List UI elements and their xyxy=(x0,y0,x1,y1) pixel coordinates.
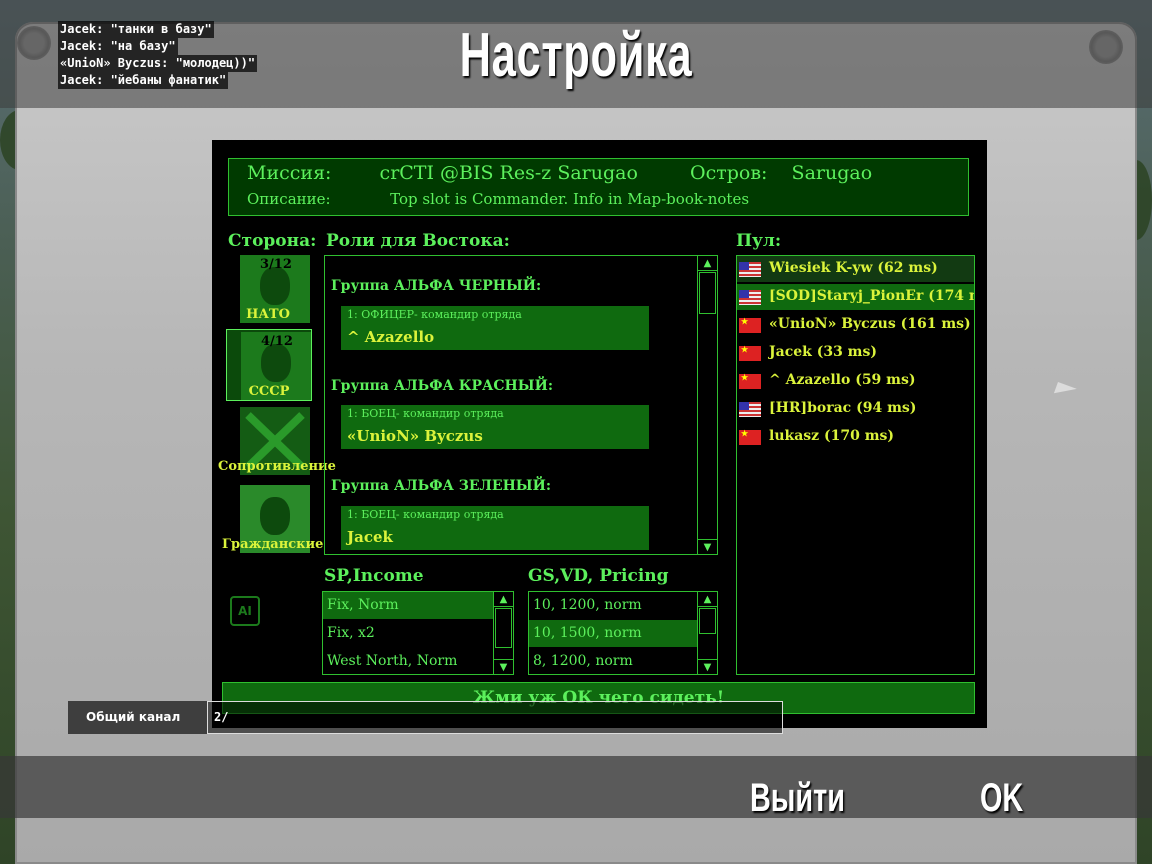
scroll-thumb[interactable] xyxy=(699,272,716,314)
ok-button[interactable]: OK xyxy=(980,776,1023,821)
player-name: [HR]borac (94 ms) xyxy=(769,400,917,416)
island-label: Остров: xyxy=(690,162,768,184)
role-slot[interactable]: 1: ОФИЦЕР- командир отряда ^ Azazello xyxy=(341,306,649,350)
scroll-up-icon[interactable]: ▲ xyxy=(698,592,717,607)
usa-flag-icon xyxy=(739,402,761,417)
side-count: 3/12 xyxy=(260,257,292,272)
mission-info: Миссия: crCTI @BIS Res-z Sarugao Остров:… xyxy=(228,158,969,216)
sp-income-scrollbar[interactable]: ▲ ▼ xyxy=(493,592,513,674)
scroll-thumb[interactable] xyxy=(495,608,512,648)
pool-player[interactable]: lukasz (170 ms) xyxy=(737,424,974,450)
side-count: 4/12 xyxy=(261,334,293,349)
player-pool: Wiesiek K-yw (62 ms) [SOD]Staryj_PionEr … xyxy=(736,255,975,675)
gs-vd-label: GS,VD, Pricing xyxy=(528,566,669,586)
list-item[interactable]: 10, 1500, norm xyxy=(529,620,697,647)
role-player: «UnioN» Byczus xyxy=(347,427,483,445)
mission-label: Миссия: xyxy=(247,162,332,184)
usa-flag-icon xyxy=(739,262,761,277)
ai-icon[interactable]: AI xyxy=(230,596,260,626)
usa-flag-icon xyxy=(739,290,761,305)
roles-list: Группа АЛЬФА ЧЕРНЫЙ: 1: ОФИЦЕР- командир… xyxy=(324,255,718,555)
chat-channel-label: Общий канал xyxy=(68,701,208,734)
roles-scrollbar[interactable]: ▲ ▼ xyxy=(697,256,717,554)
laptop-screen: Миссия: crCTI @BIS Res-z Sarugao Остров:… xyxy=(212,140,987,728)
pool-label: Пул: xyxy=(736,231,782,251)
scroll-up-icon[interactable]: ▲ xyxy=(494,592,513,607)
pool-player[interactable]: [SOD]Staryj_PionEr (174 ms) xyxy=(737,284,974,310)
pool-player[interactable]: «UnioN» Byczus (161 ms) xyxy=(737,312,974,338)
gs-vd-scrollbar[interactable]: ▲ ▼ xyxy=(697,592,717,674)
page-title: Настройка xyxy=(459,21,693,90)
scroll-thumb[interactable] xyxy=(699,608,716,634)
group-title: Группа АЛЬФА ЧЕРНЫЙ: xyxy=(331,278,542,294)
island-name: Sarugao xyxy=(791,162,873,184)
side-resistance[interactable]: Сопротивление xyxy=(218,405,336,477)
list-item[interactable]: 10, 1200, norm xyxy=(529,592,697,619)
group-title: Группа АЛЬФА КРАСНЫЙ: xyxy=(331,378,554,394)
side-civilians[interactable]: Гражданские xyxy=(222,483,323,555)
role-player: Jacek xyxy=(347,528,393,546)
pool-player[interactable]: ^ Azazello (59 ms) xyxy=(737,368,974,394)
player-name: ^ Azazello (59 ms) xyxy=(769,372,916,388)
ussr-flag-icon xyxy=(739,372,761,389)
ussr-flag-icon xyxy=(739,344,761,361)
sp-income-label: SP,Income xyxy=(324,566,424,586)
mission-name: crCTI @BIS Res-z Sarugao xyxy=(379,162,638,184)
ussr-flag-icon xyxy=(739,428,761,445)
ussr-flag-icon xyxy=(739,316,761,333)
side-name: НАТО xyxy=(246,307,290,322)
role-name: 1: БОЕЦ- командир отряда xyxy=(347,508,504,521)
scroll-down-icon[interactable]: ▼ xyxy=(698,539,717,554)
player-name: «UnioN» Byczus (161 ms) xyxy=(769,316,971,332)
description-text: Top slot is Commander. Info in Map-book-… xyxy=(390,190,750,208)
list-item[interactable]: Fix, x2 xyxy=(323,620,493,647)
pool-player[interactable]: Jacek (33 ms) xyxy=(737,340,974,366)
pool-player[interactable]: Wiesiek K-yw (62 ms) xyxy=(737,256,974,282)
group-title: Группа АЛЬФА ЗЕЛЕНЫЙ: xyxy=(331,478,552,494)
list-item[interactable]: 8, 1200, norm xyxy=(529,648,697,675)
player-name: Wiesiek K-yw (62 ms) xyxy=(769,260,938,276)
player-name: [SOD]Staryj_PionEr (174 ms) xyxy=(769,288,974,304)
player-name: lukasz (170 ms) xyxy=(769,428,895,444)
role-name: 1: ОФИЦЕР- командир отряда xyxy=(347,308,522,321)
role-slot[interactable]: 1: БОЕЦ- командир отряда Jacek xyxy=(341,506,649,550)
list-item[interactable]: West North, Norm xyxy=(323,648,493,675)
scroll-up-icon[interactable]: ▲ xyxy=(698,256,717,271)
side-label: Сторона: xyxy=(228,231,317,251)
side-nato[interactable]: 3/12 НАТО xyxy=(226,253,312,325)
sp-income-list: Fix, Norm Fix, x2 West North, Norm ▲ ▼ xyxy=(322,591,514,675)
side-name: Сопротивление xyxy=(218,459,336,474)
list-item[interactable]: Fix, Norm xyxy=(323,592,493,619)
description-label: Описание: xyxy=(247,190,331,208)
role-player: ^ Azazello xyxy=(347,328,435,346)
role-name: 1: БОЕЦ- командир отряда xyxy=(347,407,504,420)
side-ussr[interactable]: 4/12 СССР xyxy=(226,329,312,401)
side-name: Гражданские xyxy=(222,537,324,552)
side-name: СССР xyxy=(248,384,290,399)
scroll-down-icon[interactable]: ▼ xyxy=(698,659,717,674)
exit-button[interactable]: Выйти xyxy=(750,776,845,821)
pool-player[interactable]: [HR]borac (94 ms) xyxy=(737,396,974,422)
gs-vd-list: 10, 1200, norm 10, 1500, norm 8, 1200, n… xyxy=(528,591,718,675)
player-name: Jacek (33 ms) xyxy=(769,344,878,360)
role-slot[interactable]: 1: БОЕЦ- командир отряда «UnioN» Byczus xyxy=(341,405,649,449)
chat-input[interactable]: 2/ xyxy=(207,701,783,734)
roles-label: Роли для Востока: xyxy=(326,231,510,251)
scroll-down-icon[interactable]: ▼ xyxy=(494,659,513,674)
